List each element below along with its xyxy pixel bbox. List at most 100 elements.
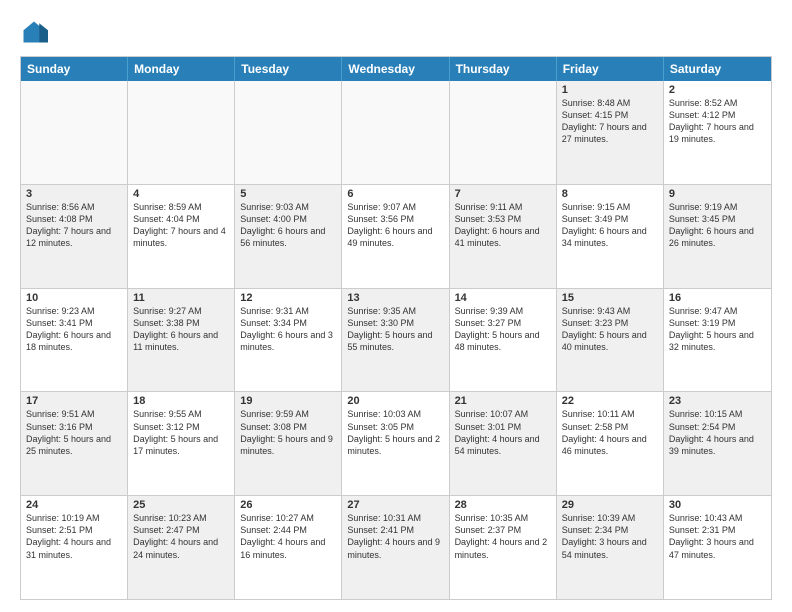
calendar-day-3: 3Sunrise: 8:56 AM Sunset: 4:08 PM Daylig… [21,185,128,288]
calendar-row-5: 24Sunrise: 10:19 AM Sunset: 2:51 PM Dayl… [21,495,771,599]
calendar-day-29: 29Sunrise: 10:39 AM Sunset: 2:34 PM Dayl… [557,496,664,599]
day-number: 17 [26,395,122,407]
day-info: Sunrise: 9:19 AM Sunset: 3:45 PM Dayligh… [669,201,766,250]
calendar-day-23: 23Sunrise: 10:15 AM Sunset: 2:54 PM Dayl… [664,392,771,495]
calendar-day-17: 17Sunrise: 9:51 AM Sunset: 3:16 PM Dayli… [21,392,128,495]
day-info: Sunrise: 10:27 AM Sunset: 2:44 PM Daylig… [240,512,336,561]
day-number: 21 [455,395,551,407]
page-header [20,18,772,46]
day-info: Sunrise: 10:03 AM Sunset: 3:05 PM Daylig… [347,408,443,457]
day-number: 23 [669,395,766,407]
weekday-header-saturday: Saturday [664,57,771,81]
calendar-day-15: 15Sunrise: 9:43 AM Sunset: 3:23 PM Dayli… [557,289,664,392]
calendar-row-4: 17Sunrise: 9:51 AM Sunset: 3:16 PM Dayli… [21,391,771,495]
day-number: 5 [240,188,336,200]
day-info: Sunrise: 10:11 AM Sunset: 2:58 PM Daylig… [562,408,658,457]
calendar-day-26: 26Sunrise: 10:27 AM Sunset: 2:44 PM Dayl… [235,496,342,599]
day-info: Sunrise: 10:43 AM Sunset: 2:31 PM Daylig… [669,512,766,561]
day-number: 25 [133,499,229,511]
calendar-day-20: 20Sunrise: 10:03 AM Sunset: 3:05 PM Dayl… [342,392,449,495]
calendar-day-4: 4Sunrise: 8:59 AM Sunset: 4:04 PM Daylig… [128,185,235,288]
calendar-empty-cell [450,81,557,184]
calendar-day-24: 24Sunrise: 10:19 AM Sunset: 2:51 PM Dayl… [21,496,128,599]
weekday-header-tuesday: Tuesday [235,57,342,81]
day-info: Sunrise: 9:47 AM Sunset: 3:19 PM Dayligh… [669,305,766,354]
calendar: SundayMondayTuesdayWednesdayThursdayFrid… [20,56,772,600]
day-info: Sunrise: 10:15 AM Sunset: 2:54 PM Daylig… [669,408,766,457]
day-info: Sunrise: 9:39 AM Sunset: 3:27 PM Dayligh… [455,305,551,354]
calendar-day-22: 22Sunrise: 10:11 AM Sunset: 2:58 PM Dayl… [557,392,664,495]
day-number: 10 [26,292,122,304]
day-number: 30 [669,499,766,511]
day-number: 13 [347,292,443,304]
calendar-day-6: 6Sunrise: 9:07 AM Sunset: 3:56 PM Daylig… [342,185,449,288]
day-number: 24 [26,499,122,511]
day-info: Sunrise: 10:39 AM Sunset: 2:34 PM Daylig… [562,512,658,561]
calendar-day-7: 7Sunrise: 9:11 AM Sunset: 3:53 PM Daylig… [450,185,557,288]
day-info: Sunrise: 9:07 AM Sunset: 3:56 PM Dayligh… [347,201,443,250]
calendar-body: 1Sunrise: 8:48 AM Sunset: 4:15 PM Daylig… [21,81,771,599]
weekday-header-friday: Friday [557,57,664,81]
calendar-empty-cell [128,81,235,184]
calendar-day-9: 9Sunrise: 9:19 AM Sunset: 3:45 PM Daylig… [664,185,771,288]
day-info: Sunrise: 8:52 AM Sunset: 4:12 PM Dayligh… [669,97,766,146]
calendar-row-1: 1Sunrise: 8:48 AM Sunset: 4:15 PM Daylig… [21,81,771,184]
day-number: 9 [669,188,766,200]
day-number: 8 [562,188,658,200]
calendar-day-11: 11Sunrise: 9:27 AM Sunset: 3:38 PM Dayli… [128,289,235,392]
day-info: Sunrise: 9:51 AM Sunset: 3:16 PM Dayligh… [26,408,122,457]
day-number: 11 [133,292,229,304]
calendar-empty-cell [342,81,449,184]
calendar-row-2: 3Sunrise: 8:56 AM Sunset: 4:08 PM Daylig… [21,184,771,288]
logo [20,18,52,46]
day-number: 12 [240,292,336,304]
calendar-day-14: 14Sunrise: 9:39 AM Sunset: 3:27 PM Dayli… [450,289,557,392]
day-info: Sunrise: 9:27 AM Sunset: 3:38 PM Dayligh… [133,305,229,354]
calendar-day-18: 18Sunrise: 9:55 AM Sunset: 3:12 PM Dayli… [128,392,235,495]
calendar-day-8: 8Sunrise: 9:15 AM Sunset: 3:49 PM Daylig… [557,185,664,288]
calendar-header: SundayMondayTuesdayWednesdayThursdayFrid… [21,57,771,81]
day-info: Sunrise: 10:35 AM Sunset: 2:37 PM Daylig… [455,512,551,561]
day-info: Sunrise: 9:15 AM Sunset: 3:49 PM Dayligh… [562,201,658,250]
calendar-day-19: 19Sunrise: 9:59 AM Sunset: 3:08 PM Dayli… [235,392,342,495]
calendar-day-30: 30Sunrise: 10:43 AM Sunset: 2:31 PM Dayl… [664,496,771,599]
day-info: Sunrise: 9:23 AM Sunset: 3:41 PM Dayligh… [26,305,122,354]
day-number: 3 [26,188,122,200]
calendar-day-28: 28Sunrise: 10:35 AM Sunset: 2:37 PM Dayl… [450,496,557,599]
day-info: Sunrise: 9:59 AM Sunset: 3:08 PM Dayligh… [240,408,336,457]
day-info: Sunrise: 8:56 AM Sunset: 4:08 PM Dayligh… [26,201,122,250]
day-info: Sunrise: 10:07 AM Sunset: 3:01 PM Daylig… [455,408,551,457]
weekday-header-thursday: Thursday [450,57,557,81]
weekday-header-wednesday: Wednesday [342,57,449,81]
day-info: Sunrise: 10:23 AM Sunset: 2:47 PM Daylig… [133,512,229,561]
calendar-day-25: 25Sunrise: 10:23 AM Sunset: 2:47 PM Dayl… [128,496,235,599]
day-info: Sunrise: 10:19 AM Sunset: 2:51 PM Daylig… [26,512,122,561]
day-info: Sunrise: 9:55 AM Sunset: 3:12 PM Dayligh… [133,408,229,457]
day-info: Sunrise: 9:35 AM Sunset: 3:30 PM Dayligh… [347,305,443,354]
logo-icon [20,18,48,46]
calendar-day-5: 5Sunrise: 9:03 AM Sunset: 4:00 PM Daylig… [235,185,342,288]
day-number: 27 [347,499,443,511]
calendar-empty-cell [235,81,342,184]
day-number: 15 [562,292,658,304]
calendar-day-2: 2Sunrise: 8:52 AM Sunset: 4:12 PM Daylig… [664,81,771,184]
day-info: Sunrise: 10:31 AM Sunset: 2:41 PM Daylig… [347,512,443,561]
day-info: Sunrise: 9:43 AM Sunset: 3:23 PM Dayligh… [562,305,658,354]
day-number: 28 [455,499,551,511]
day-info: Sunrise: 8:59 AM Sunset: 4:04 PM Dayligh… [133,201,229,250]
day-number: 7 [455,188,551,200]
calendar-day-1: 1Sunrise: 8:48 AM Sunset: 4:15 PM Daylig… [557,81,664,184]
day-number: 4 [133,188,229,200]
day-number: 6 [347,188,443,200]
day-number: 29 [562,499,658,511]
weekday-header-monday: Monday [128,57,235,81]
day-info: Sunrise: 9:11 AM Sunset: 3:53 PM Dayligh… [455,201,551,250]
calendar-day-12: 12Sunrise: 9:31 AM Sunset: 3:34 PM Dayli… [235,289,342,392]
calendar-day-21: 21Sunrise: 10:07 AM Sunset: 3:01 PM Dayl… [450,392,557,495]
day-number: 18 [133,395,229,407]
calendar-day-27: 27Sunrise: 10:31 AM Sunset: 2:41 PM Dayl… [342,496,449,599]
day-number: 19 [240,395,336,407]
calendar-row-3: 10Sunrise: 9:23 AM Sunset: 3:41 PM Dayli… [21,288,771,392]
calendar-day-16: 16Sunrise: 9:47 AM Sunset: 3:19 PM Dayli… [664,289,771,392]
day-info: Sunrise: 9:03 AM Sunset: 4:00 PM Dayligh… [240,201,336,250]
